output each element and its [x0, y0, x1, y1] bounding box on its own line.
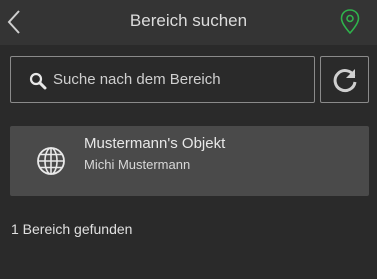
- location-button[interactable]: [339, 8, 361, 36]
- search-input[interactable]: [53, 58, 308, 101]
- search-field[interactable]: [10, 56, 315, 103]
- result-item[interactable]: Mustermann's Objekt Michi Mustermann: [10, 126, 369, 196]
- top-bar: Bereich suchen: [0, 0, 377, 45]
- search-icon: [29, 72, 47, 90]
- result-name: Mustermann's Objekt: [84, 135, 226, 152]
- globe-icon: [37, 147, 65, 175]
- refresh-button[interactable]: [320, 56, 369, 103]
- page-title: Bereich suchen: [129, 11, 248, 30]
- result-owner: Michi Mustermann: [84, 157, 191, 172]
- refresh-icon: [333, 69, 357, 92]
- map-pin-icon: [340, 9, 360, 35]
- result-count: 1 Bereich gefunden: [11, 221, 133, 237]
